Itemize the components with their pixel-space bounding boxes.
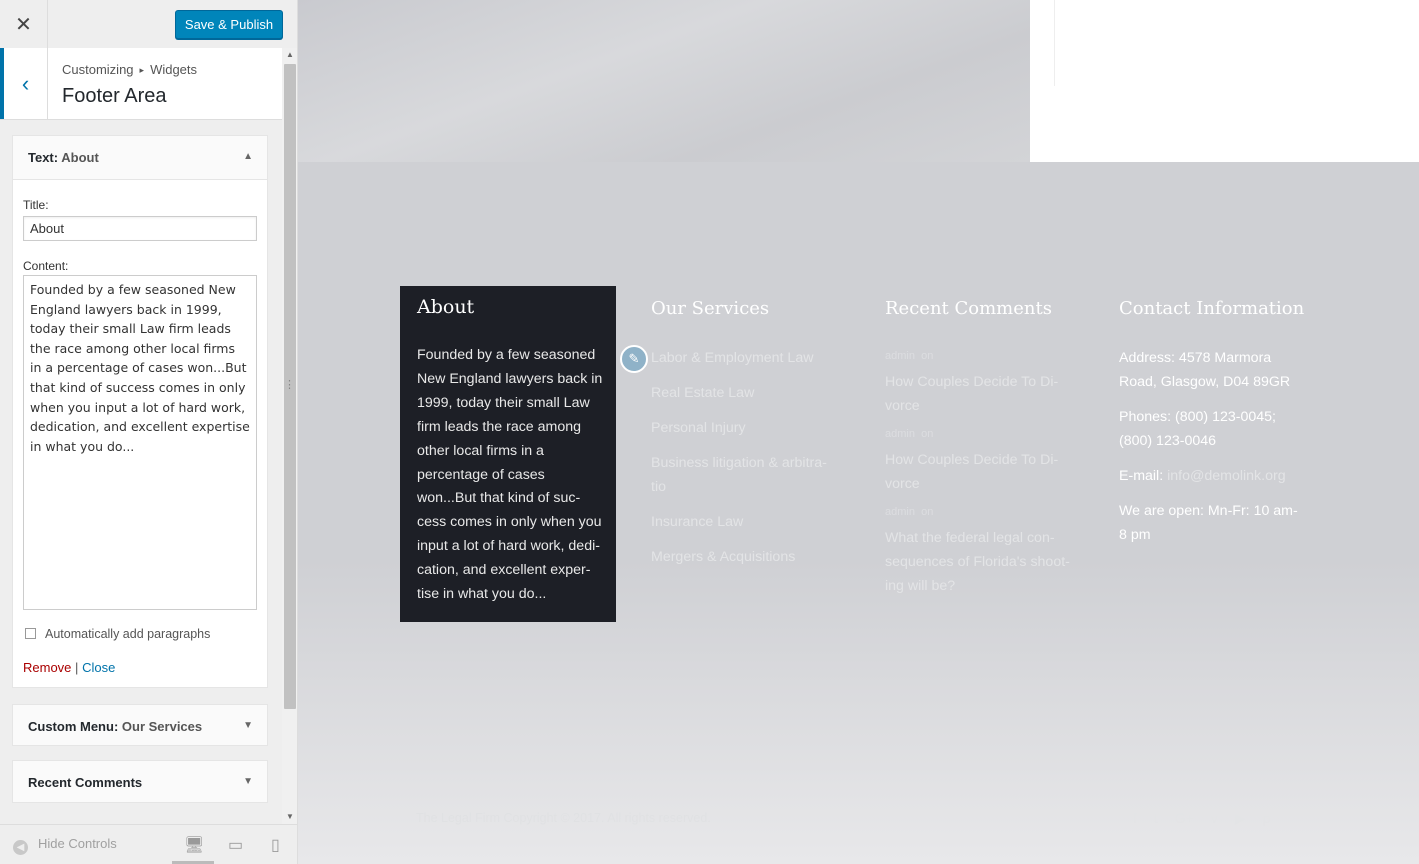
comment-post-link[interactable]: What the federal legal con-sequences of … xyxy=(885,526,1080,598)
comment-meta: admin on xyxy=(885,428,1080,442)
contact-title: Contact Information xyxy=(1119,298,1305,319)
autop-checkbox[interactable] xyxy=(25,628,36,639)
widget-custom-menu[interactable]: Custom Menu: Our Services ▼ xyxy=(12,704,268,746)
about-title: About xyxy=(417,296,475,318)
breadcrumb-section: Widgets xyxy=(150,62,198,77)
service-link[interactable]: Personal Injury xyxy=(651,416,841,440)
breadcrumb-root: Customizing xyxy=(62,62,134,77)
scroll-up-icon[interactable]: ▲ xyxy=(282,48,297,62)
service-link[interactable]: Real Estate Law xyxy=(651,381,841,405)
about-widget-preview[interactable]: About Founded by a few seasoned New Engl… xyxy=(400,286,616,622)
comment-item: admin on How Couples Decide To Di-vorce xyxy=(885,350,1080,418)
service-link[interactable]: Insurance Law xyxy=(651,510,841,534)
resize-grip-icon[interactable]: ⋮ xyxy=(284,378,295,391)
widget-header-about[interactable]: Text: About ▲ xyxy=(13,136,267,180)
desktop-preview-icon[interactable]: 🖥 xyxy=(184,835,204,855)
widget-title-label: Our Services xyxy=(121,719,203,734)
widget-header-comments[interactable]: Recent Comments ▼ xyxy=(13,761,267,804)
hero-white-panel xyxy=(1030,0,1419,162)
comment-on: on xyxy=(921,350,934,362)
widget-type-label: Recent Comments xyxy=(28,775,143,790)
widget-type-label: Text: xyxy=(28,150,59,165)
mobile-preview-icon[interactable]: ▯ xyxy=(271,835,280,855)
content-field-label: Content: xyxy=(23,259,69,273)
service-link[interactable]: Mergers & Acquisitions xyxy=(651,545,841,569)
about-text: Founded by a few seasoned New England la… xyxy=(417,347,603,603)
services-list: Labor & Employment Law Real Estate Law P… xyxy=(651,346,841,580)
comment-item: admin on How Couples Decide To Di-vorce xyxy=(885,428,1080,496)
comment-post-link[interactable]: How Couples Decide To Di-vorce xyxy=(885,370,1080,418)
social-links: f t G+ v ▶ p xyxy=(1133,810,1270,827)
hide-controls-button[interactable]: ◀ Hide Controls xyxy=(13,836,117,855)
expand-arrow-icon[interactable]: ▼ xyxy=(243,776,253,787)
widget-header-menu[interactable]: Custom Menu: Our Services ▼ xyxy=(13,705,267,748)
customizer-footer: ◀ Hide Controls 🖥 ▭ ▯ xyxy=(0,824,297,864)
scroll-down-icon[interactable]: ▼ xyxy=(282,810,297,824)
recent-comments-title: Recent Comments xyxy=(885,298,1052,319)
comment-author[interactable]: admin xyxy=(885,428,915,440)
autop-checkbox-row[interactable]: Automatically add paragraphs xyxy=(25,627,210,641)
recent-comments-list: admin on How Couples Decide To Di-vorce … xyxy=(885,350,1080,608)
tablet-preview-icon[interactable]: ▭ xyxy=(228,835,243,855)
section-header: ‹ Customizing ▸ Widgets Footer Area xyxy=(0,48,282,120)
contact-address: Address: 4578 Marmora Road, Glasgow, D04… xyxy=(1119,350,1291,390)
youtube-icon[interactable]: ▶ xyxy=(1235,810,1246,827)
contact-info: Address: 4578 Marmora Road, Glasgow, D04… xyxy=(1119,346,1299,558)
hero-image xyxy=(298,0,1030,162)
remove-link[interactable]: Remove xyxy=(23,660,71,675)
divider xyxy=(1054,0,1055,86)
copyright-text: The Legal Firm Copyright © 2017. All rig… xyxy=(416,811,711,825)
customizer-topbar: ✕ Save & Publish xyxy=(0,0,297,49)
contact-email-link[interactable]: info@demolink.org xyxy=(1167,468,1286,484)
contact-email-row: E-mail: info@demolink.org xyxy=(1119,464,1299,488)
google-plus-icon[interactable]: G+ xyxy=(1175,810,1194,827)
widget-type-label: Custom Menu: xyxy=(28,719,119,734)
services-title: Our Services xyxy=(651,298,770,319)
customizer-sidebar: ✕ Save & Publish ‹ Customizing ▸ Widgets F… xyxy=(0,0,298,864)
breadcrumb: Customizing ▸ Widgets xyxy=(62,62,197,77)
widget-actions: Remove | Close xyxy=(23,660,115,675)
close-icon[interactable]: ✕ xyxy=(0,0,48,48)
twitter-icon[interactable]: t xyxy=(1154,810,1158,827)
facebook-icon[interactable]: f xyxy=(1133,810,1137,827)
pinterest-icon[interactable]: p xyxy=(1263,810,1271,827)
expand-arrow-icon[interactable]: ▼ xyxy=(243,720,253,731)
autop-label: Automatically add paragraphs xyxy=(45,627,211,641)
service-link[interactable]: Business litigation & arbitra-tio xyxy=(651,451,841,499)
close-link[interactable]: Close xyxy=(82,660,115,675)
content-textarea[interactable]: Founded by a few seasoned New England la… xyxy=(23,275,257,610)
widget-title-label: About xyxy=(61,150,99,165)
comment-item: admin on What the federal legal con-sequ… xyxy=(885,506,1080,598)
widget-recent-comments[interactable]: Recent Comments ▼ xyxy=(12,760,268,803)
actions-separator: | xyxy=(75,660,79,675)
back-icon[interactable]: ‹ xyxy=(0,48,48,119)
vimeo-icon[interactable]: v xyxy=(1211,810,1218,827)
comment-on: on xyxy=(921,506,934,518)
save-publish-button[interactable]: Save & Publish xyxy=(175,10,283,39)
service-link[interactable]: Labor & Employment Law xyxy=(651,346,841,370)
comment-meta: admin on xyxy=(885,506,1080,520)
widget-text-about: Text: About ▲ Title: Content: Founded by… xyxy=(12,135,268,688)
panel-scroll-area[interactable]: ‹ Customizing ▸ Widgets Footer Area Text: … xyxy=(0,48,282,824)
site-preview[interactable]: About Founded by a few seasoned New Engl… xyxy=(298,0,1419,864)
sidebar-scrollbar[interactable]: ▲ ▼ xyxy=(282,48,297,824)
contact-hours: We are open: Mn-Fr: 10 am-8 pm xyxy=(1119,503,1298,543)
contact-email-label: E-mail: xyxy=(1119,468,1168,484)
comment-meta: admin on xyxy=(885,350,1080,364)
page-title: Footer Area xyxy=(62,85,167,107)
comment-post-link[interactable]: How Couples Decide To Di-vorce xyxy=(885,448,1080,496)
title-field[interactable] xyxy=(23,216,257,241)
collapse-arrow-icon[interactable]: ▲ xyxy=(243,151,253,162)
breadcrumb-separator-icon: ▸ xyxy=(139,65,145,75)
comment-author[interactable]: admin xyxy=(885,506,915,518)
hide-controls-label: Hide Controls xyxy=(38,836,117,851)
comment-author[interactable]: admin xyxy=(885,350,915,362)
edit-shortcut-pencil-icon[interactable]: ✎ xyxy=(620,345,648,373)
collapse-icon: ◀ xyxy=(13,840,28,855)
title-field-label: Title: xyxy=(23,198,49,212)
contact-phones: Phones: (800) 123-0045; (800) 123-0046 xyxy=(1119,409,1276,449)
comment-on: on xyxy=(921,428,934,440)
